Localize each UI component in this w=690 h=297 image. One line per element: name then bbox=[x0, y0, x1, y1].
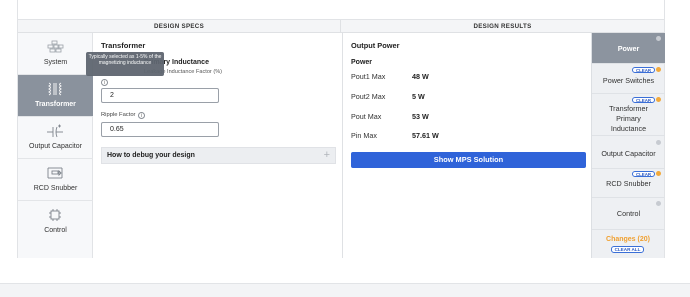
accordion-title: How to debug your design bbox=[107, 152, 195, 159]
ripple-factor-input[interactable]: 0.65 bbox=[101, 122, 219, 137]
nav-item-transformer[interactable]: Transformer bbox=[18, 75, 93, 117]
right-nav: Power CLEAR Power Switches CLEAR Transfo… bbox=[591, 33, 665, 258]
design-results-panel: Output Power Power Pout1 Max 48 W Pout2 … bbox=[342, 33, 592, 258]
debug-accordion[interactable]: How to debug your design + bbox=[101, 147, 336, 164]
design-specs-panel: Transformer Primary Inductance Leakage I… bbox=[86, 33, 341, 258]
leakage-factor-input[interactable]: 2 bbox=[101, 88, 219, 103]
result-value: 48 W bbox=[412, 72, 429, 81]
rnav-item-control[interactable]: Control bbox=[592, 198, 665, 230]
rnav-label: Power Switches bbox=[602, 76, 655, 85]
rnav-item-transformer[interactable]: CLEAR Transformer Primary Inductance bbox=[592, 94, 665, 136]
nav-label: Output Capacitor bbox=[29, 143, 82, 150]
info-icon[interactable]: i bbox=[101, 79, 108, 86]
clear-badge[interactable]: CLEAR bbox=[632, 171, 655, 177]
clear-badge[interactable]: CLEAR bbox=[632, 97, 655, 103]
nav-label: RCD Snubber bbox=[33, 185, 78, 192]
capacitor-icon bbox=[47, 124, 63, 138]
section-title: Transformer bbox=[101, 41, 146, 50]
result-key: Pout2 Max bbox=[351, 92, 386, 101]
status-dot bbox=[656, 140, 661, 145]
design-specs-header: DESIGN SPECS bbox=[18, 20, 341, 33]
status-dot bbox=[656, 36, 661, 41]
nav-item-output-capacitor[interactable]: Output Capacitor bbox=[18, 117, 93, 159]
nav-item-control[interactable]: Control bbox=[18, 201, 93, 243]
status-dot bbox=[656, 201, 661, 206]
nav-label: System bbox=[43, 59, 68, 66]
result-key: Pin Max bbox=[351, 131, 377, 140]
grid-icon bbox=[47, 40, 64, 53]
info-icon[interactable]: i bbox=[138, 112, 145, 119]
rnav-label: Transformer Primary Inductance bbox=[609, 104, 648, 133]
app-frame: DESIGN SPECS DESIGN RESULTS System Trans… bbox=[17, 0, 665, 258]
results-subtitle: Power bbox=[351, 59, 373, 66]
rnav-item-rcd-snubber[interactable]: CLEAR RCD Snubber bbox=[592, 169, 665, 198]
top-area bbox=[18, 0, 664, 20]
result-value: 53 W bbox=[412, 112, 429, 121]
rnav-label: RCD Snubber bbox=[606, 179, 651, 188]
left-nav: System Transformer Output Capacitor RCD … bbox=[18, 33, 93, 258]
snubber-icon bbox=[47, 167, 63, 179]
ripple-factor-label: Ripple Factor bbox=[101, 112, 136, 118]
nav-item-system[interactable]: System bbox=[18, 33, 93, 75]
result-value: 57.61 W bbox=[412, 131, 439, 140]
nav-label: Transformer bbox=[35, 101, 76, 108]
plus-icon: + bbox=[323, 149, 330, 161]
nav-item-rcd-snubber[interactable]: RCD Snubber bbox=[18, 159, 93, 201]
tooltip: Typically selected as 1-5% of the magnet… bbox=[86, 52, 164, 76]
transformer-icon bbox=[47, 82, 63, 96]
rnav-label: Power bbox=[617, 44, 640, 53]
status-dot bbox=[656, 67, 661, 72]
status-dot bbox=[656, 171, 661, 176]
nav-label: Control bbox=[44, 227, 67, 234]
rnav-item-power-switches[interactable]: CLEAR Power Switches bbox=[592, 64, 665, 94]
show-mps-solution-button[interactable]: Show MPS Solution bbox=[351, 152, 586, 168]
clear-badge[interactable]: CLEAR bbox=[632, 67, 655, 73]
changes-count: Changes (20) bbox=[606, 236, 650, 243]
design-results-header: DESIGN RESULTS bbox=[341, 20, 664, 33]
result-key: Pout Max bbox=[351, 112, 382, 121]
result-value: 5 W bbox=[412, 92, 425, 101]
rnav-label: Output Capacitor bbox=[601, 149, 656, 158]
rnav-label: Control bbox=[616, 209, 641, 218]
bottom-bar bbox=[0, 283, 690, 297]
chip-icon bbox=[49, 209, 61, 221]
rnav-item-output-capacitor[interactable]: Output Capacitor bbox=[592, 136, 665, 169]
result-key: Pout1 Max bbox=[351, 72, 386, 81]
results-title: Output Power bbox=[351, 41, 400, 50]
status-dot bbox=[656, 97, 661, 102]
clear-all-button[interactable]: CLEAR ALL bbox=[611, 246, 644, 253]
rnav-item-power[interactable]: Power bbox=[592, 33, 665, 64]
